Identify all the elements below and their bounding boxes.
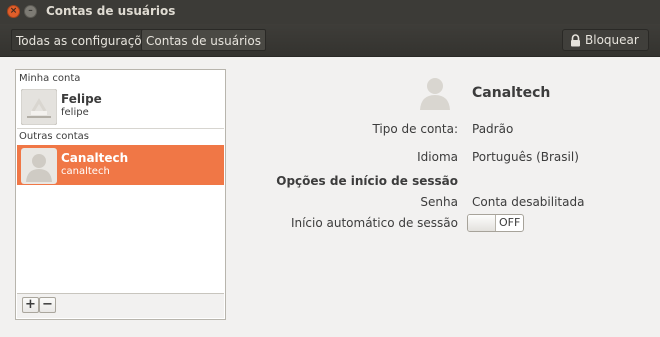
lock-button[interactable]: Bloquear — [562, 29, 649, 51]
my-account-header: Minha conta — [19, 73, 81, 84]
user-avatar-icon — [21, 148, 57, 184]
user-avatar-icon[interactable] — [417, 74, 453, 110]
switch-state-label: OFF — [499, 216, 521, 229]
account-type-label: Tipo de conta: — [372, 122, 458, 136]
list-actions: + − — [17, 293, 224, 318]
breadcrumb-user-accounts[interactable]: Contas de usuários — [141, 29, 266, 51]
accounts-list: Minha conta Felipe felipe Outras contas … — [15, 69, 226, 320]
autologin-label: Início automático de sessão — [290, 216, 458, 230]
add-icon[interactable]: + — [22, 297, 39, 313]
account-name: Felipe — [61, 92, 102, 106]
login-options-header: Opções de início de sessão — [276, 174, 458, 188]
account-row-canaltech[interactable]: Canaltech canaltech — [17, 145, 224, 185]
user-avatar-icon — [21, 89, 57, 125]
account-type-value[interactable]: Padrão — [472, 122, 513, 136]
password-value[interactable]: Conta desabilitada — [472, 195, 584, 209]
autologin-switch[interactable]: OFF — [467, 214, 524, 232]
language-label: Idioma — [417, 150, 458, 164]
account-username: felipe — [61, 107, 89, 118]
toolbar: Todas as configurações Contas de usuário… — [0, 24, 660, 57]
remove-icon[interactable]: − — [39, 297, 56, 313]
lock-icon — [571, 34, 580, 47]
minimize-icon[interactable]: – — [24, 5, 37, 18]
password-label: Senha — [420, 195, 458, 209]
breadcrumb-all-settings[interactable]: Todas as configurações — [11, 29, 161, 51]
language-value[interactable]: Português (Brasil) — [472, 150, 579, 164]
close-icon[interactable]: × — [7, 5, 20, 18]
other-accounts-header: Outras contas — [19, 131, 89, 142]
divider — [17, 128, 224, 129]
account-username: canaltech — [61, 166, 110, 177]
account-name: Canaltech — [61, 151, 129, 165]
switch-knob — [468, 215, 496, 231]
lock-button-label: Bloquear — [585, 33, 639, 47]
window-title: Contas de usuários — [46, 4, 176, 18]
account-row-felipe[interactable]: Felipe felipe — [17, 86, 224, 126]
account-display-name[interactable]: Canaltech — [472, 85, 550, 101]
title-bar: × – Contas de usuários — [0, 0, 660, 24]
